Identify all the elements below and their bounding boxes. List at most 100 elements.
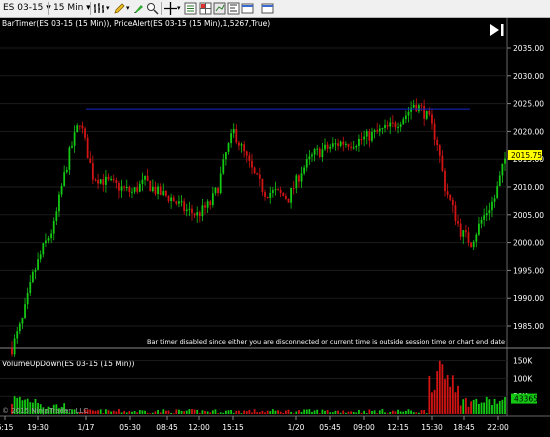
volume-bar	[196, 409, 199, 414]
volume-bar	[483, 402, 486, 414]
volume-bar	[193, 409, 196, 414]
volume-bar	[214, 409, 217, 414]
volume-bar	[459, 405, 462, 414]
volume-bar	[230, 409, 233, 414]
volume-bar	[175, 409, 178, 414]
toolbar-divider	[161, 2, 162, 15]
instrument-selector[interactable]: ES 03-15 ▾	[3, 1, 51, 16]
volume-bar	[318, 413, 321, 414]
volume-bar	[209, 412, 212, 414]
grid-icon[interactable]	[199, 2, 212, 15]
draw-dropdown[interactable]: ▾	[126, 1, 130, 16]
volume-bar	[138, 409, 141, 414]
volume-bars	[11, 360, 506, 414]
time-axis-labels: 6:15 19:30 1/17 05:30 08:45 12:00 15:15 1/20 05:…	[0, 416, 509, 432]
volume-bar	[352, 411, 355, 414]
volume-bar	[399, 411, 402, 414]
properties-icon[interactable]	[184, 2, 197, 15]
volume-bar	[420, 410, 423, 414]
volume-bar	[344, 412, 347, 414]
volume-bar	[219, 412, 222, 414]
volume-bar	[384, 412, 386, 414]
volume-bar	[107, 410, 110, 414]
volume-bar	[339, 412, 342, 414]
toolbar-divider	[48, 2, 49, 15]
volume-bar	[170, 412, 173, 414]
volume-bar	[397, 409, 399, 414]
volume-bar	[504, 397, 506, 414]
volume-bar	[112, 410, 115, 414]
volume-bar	[128, 411, 131, 414]
current-price-marker: 2015.75	[508, 150, 542, 161]
volume-bar	[470, 401, 472, 414]
volume-bar	[183, 411, 186, 414]
volume-bar	[89, 409, 92, 414]
volume-bar	[324, 410, 326, 414]
strategy-icon[interactable]	[227, 2, 240, 15]
volume-bar	[342, 410, 345, 414]
bar-style-dropdown[interactable]: ▾	[106, 1, 110, 16]
time-tick-label: 05:30	[119, 423, 141, 432]
candle	[287, 198, 290, 203]
volume-bar	[123, 410, 126, 414]
volume-bar	[431, 392, 433, 414]
volume-bar	[334, 410, 337, 414]
volume-bar	[347, 411, 350, 414]
crosshair-icon[interactable]	[164, 2, 177, 15]
volume-bar	[321, 409, 324, 414]
time-tick-label: 05:45	[319, 423, 341, 432]
volume-bar	[115, 411, 118, 414]
volume-bar	[240, 413, 243, 414]
hide-toolbar-icon[interactable]	[261, 2, 274, 15]
volume-bar	[185, 410, 188, 414]
volume-bar	[198, 412, 201, 414]
crosshair-dropdown[interactable]: ▾	[177, 1, 181, 16]
price-tick-label: 2000.00	[513, 239, 544, 248]
volume-bar	[235, 410, 238, 414]
volume-bar	[386, 413, 389, 414]
volume-bar	[292, 413, 295, 414]
volume-bar	[243, 410, 246, 414]
price-chart[interactable]: BarTimer(ES 03-15 (15 Min)), PriceAlert(…	[0, 18, 550, 437]
volume-bar	[498, 401, 501, 414]
volume-bar	[485, 396, 488, 414]
volume-bar	[493, 398, 496, 414]
volume-bar	[436, 371, 439, 414]
time-tick-label: 19:30	[27, 423, 49, 432]
price-tick-label: 2020.00	[513, 127, 544, 136]
volume-bar	[133, 410, 136, 414]
volume-bar	[412, 412, 415, 414]
volume-bar	[141, 410, 144, 414]
volume-bar	[94, 410, 97, 414]
candle	[149, 180, 152, 192]
volume-bar	[410, 410, 412, 414]
volume-bar	[118, 409, 120, 414]
current-price-label: 2015.75	[511, 151, 542, 160]
volume-bar	[298, 410, 300, 414]
data-box-icon[interactable]	[213, 2, 226, 15]
time-tick-label: 18:45	[453, 423, 475, 432]
volume-bar	[350, 411, 353, 414]
volume-bar	[251, 412, 253, 414]
marker-icon[interactable]	[132, 2, 145, 15]
volume-bar	[125, 412, 128, 414]
volume-bar	[201, 410, 204, 414]
time-tick-label: 6:15	[0, 423, 14, 432]
volume-bar	[266, 410, 269, 414]
volume-bar	[261, 410, 264, 414]
interval-selector[interactable]: 15 Min ▾	[53, 1, 91, 16]
volume-bar	[449, 386, 452, 414]
indicator-header: BarTimer(ES 03-15 (15 Min)), PriceAlert(…	[2, 19, 270, 28]
zoom-icon[interactable]	[146, 2, 159, 15]
pencil-icon[interactable]	[113, 2, 126, 15]
bar-style-icon[interactable]	[93, 2, 106, 15]
hide-toolbar-icon[interactable]	[241, 2, 254, 15]
volume-bar	[488, 399, 491, 414]
volume-bar	[441, 364, 444, 414]
volume-bar	[264, 412, 266, 414]
volume-bar	[391, 410, 394, 414]
volume-bar	[389, 411, 392, 414]
volume-bar	[373, 410, 376, 414]
volume-bar	[363, 410, 366, 414]
volume-bar	[162, 409, 165, 414]
